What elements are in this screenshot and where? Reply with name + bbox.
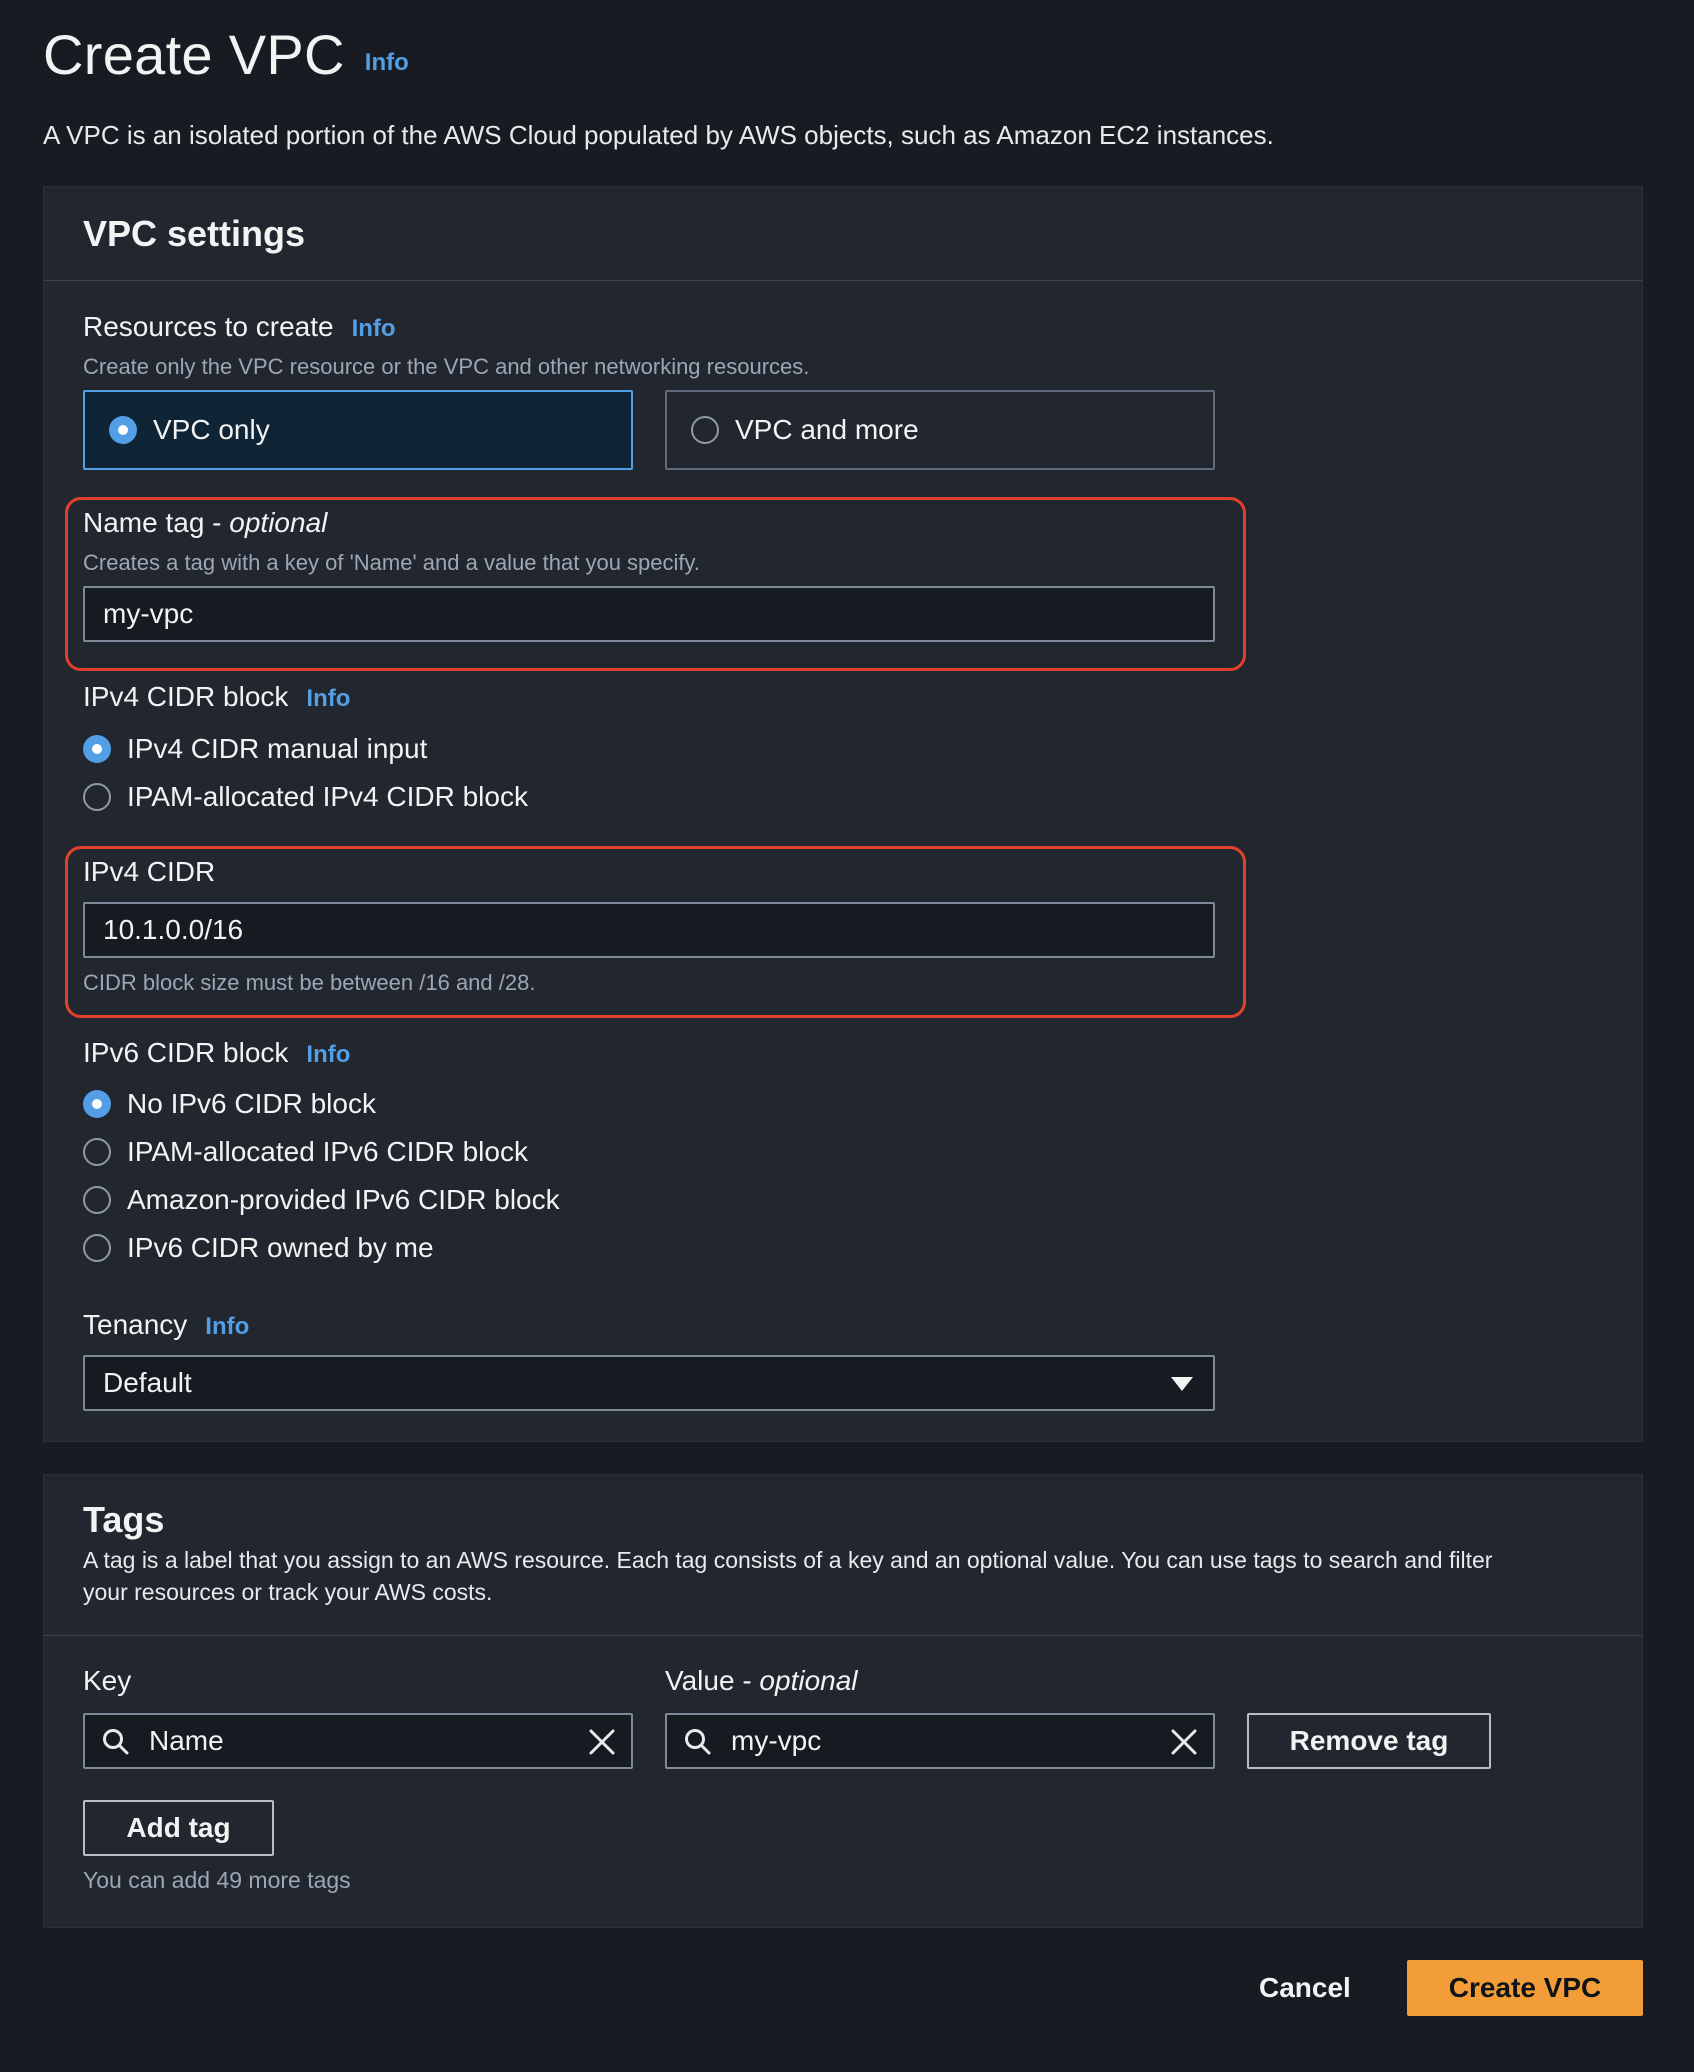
vpc-settings-panel: VPC settings Resources to create Info Cre… xyxy=(43,186,1643,1442)
ipv4-cidr-input[interactable]: 10.1.0.0/16 xyxy=(83,902,1215,958)
tags-divider xyxy=(44,1635,1642,1636)
search-icon xyxy=(683,1727,713,1764)
tag-value-value: my-vpc xyxy=(731,1725,822,1756)
radio-ipv6-owned[interactable] xyxy=(83,1234,111,1262)
resource-option-label: VPC and more xyxy=(735,414,919,445)
tenancy-label: Tenancy Info xyxy=(83,1309,249,1341)
resource-option-label: VPC only xyxy=(153,414,270,445)
tags-description-line1: A tag is a label that you assign to an A… xyxy=(83,1547,1493,1573)
tag-key-label: Key xyxy=(83,1665,132,1696)
add-tag-button[interactable]: Add tag xyxy=(83,1800,274,1856)
name-tag-label-text: Name tag - xyxy=(83,507,230,538)
ipv4-cidr-label: IPv4 CIDR xyxy=(83,856,216,887)
resources-info-link[interactable]: Info xyxy=(352,315,396,342)
tags-remaining: You can add 49 more tags xyxy=(83,1867,351,1893)
close-icon[interactable] xyxy=(1169,1727,1199,1764)
search-icon xyxy=(101,1727,131,1764)
vpc-settings-header: VPC settings xyxy=(44,187,1642,281)
tags-description-line2: your resources or track your AWS costs. xyxy=(83,1579,493,1605)
tags-title: Tags xyxy=(83,1499,165,1540)
page-info-link[interactable]: Info xyxy=(365,49,409,77)
radio-ipv6-amazon[interactable] xyxy=(83,1186,111,1214)
ipv6-block-label-text: IPv6 CIDR block xyxy=(83,1037,289,1068)
tag-key-input[interactable]: Name xyxy=(83,1713,633,1769)
ipv6-option-ipam[interactable]: IPAM-allocated IPv6 CIDR block xyxy=(83,1136,528,1168)
radio-vpc-and-more[interactable] xyxy=(691,416,719,444)
ipv4-block-label-text: IPv4 CIDR block xyxy=(83,681,289,712)
radio-ipv4-manual[interactable] xyxy=(83,735,111,763)
resource-option-vpc-only[interactable]: VPC only xyxy=(83,390,633,470)
ipv4-cidr-value: 10.1.0.0/16 xyxy=(103,914,244,945)
page-header: Create VPC Info xyxy=(43,22,409,87)
ipv6-option-label: IPv6 CIDR owned by me xyxy=(127,1232,434,1263)
page-description: A VPC is an isolated portion of the AWS … xyxy=(43,120,1274,150)
tag-value-input[interactable]: my-vpc xyxy=(665,1713,1215,1769)
ipv6-option-owned[interactable]: IPv6 CIDR owned by me xyxy=(83,1232,434,1264)
ipv4-option-label: IPv4 CIDR manual input xyxy=(127,733,428,764)
tenancy-value: Default xyxy=(103,1367,192,1398)
tag-value-optional: optional xyxy=(759,1665,858,1696)
name-tag-optional: optional xyxy=(229,507,328,538)
name-tag-input[interactable]: my-vpc xyxy=(83,586,1215,642)
radio-ipv6-none[interactable] xyxy=(83,1090,111,1118)
tags-panel: Tags A tag is a label that you assign to… xyxy=(43,1474,1643,1928)
caret-down-icon xyxy=(1171,1377,1193,1391)
ipv6-option-label: No IPv6 CIDR block xyxy=(127,1088,376,1119)
resources-description: Create only the VPC resource or the VPC … xyxy=(83,354,810,379)
ipv6-option-none[interactable]: No IPv6 CIDR block xyxy=(83,1088,376,1120)
tenancy-label-text: Tenancy xyxy=(83,1309,188,1340)
ipv4-block-info-link[interactable]: Info xyxy=(306,685,350,712)
tag-value-label: Value - optional xyxy=(665,1665,858,1697)
resource-option-vpc-and-more[interactable]: VPC and more xyxy=(665,390,1215,470)
name-tag-value: my-vpc xyxy=(103,598,194,629)
close-icon[interactable] xyxy=(587,1727,617,1764)
ipv4-cidr-hint: CIDR block size must be between /16 and … xyxy=(83,970,536,995)
create-vpc-button[interactable]: Create VPC xyxy=(1407,1960,1643,2016)
ipv6-option-label: Amazon-provided IPv6 CIDR block xyxy=(127,1184,560,1215)
radio-ipv4-ipam[interactable] xyxy=(83,783,111,811)
remove-tag-button[interactable]: Remove tag xyxy=(1247,1713,1491,1769)
resources-label-text: Resources to create xyxy=(83,311,334,342)
ipv4-option-label: IPAM-allocated IPv4 CIDR block xyxy=(127,781,528,812)
ipv4-option-ipam[interactable]: IPAM-allocated IPv4 CIDR block xyxy=(83,781,528,813)
tag-value-label-text: Value - xyxy=(665,1665,760,1696)
radio-ipv6-ipam[interactable] xyxy=(83,1138,111,1166)
ipv6-option-label: IPAM-allocated IPv6 CIDR block xyxy=(127,1136,528,1167)
ipv4-block-label: IPv4 CIDR block Info xyxy=(83,681,350,713)
ipv6-block-info-link[interactable]: Info xyxy=(306,1041,350,1068)
name-tag-label: Name tag - optional xyxy=(83,507,327,539)
vpc-settings-title: VPC settings xyxy=(83,213,306,254)
cancel-button[interactable]: Cancel xyxy=(1259,1972,1351,2004)
tenancy-info-link[interactable]: Info xyxy=(205,1313,249,1340)
resources-label: Resources to create Info xyxy=(83,311,396,343)
tag-key-value: Name xyxy=(149,1725,224,1756)
name-tag-description: Creates a tag with a key of 'Name' and a… xyxy=(83,550,700,575)
tenancy-select[interactable]: Default xyxy=(83,1355,1215,1411)
page-title: Create VPC xyxy=(43,23,345,86)
ipv6-option-amazon[interactable]: Amazon-provided IPv6 CIDR block xyxy=(83,1184,560,1216)
radio-vpc-only[interactable] xyxy=(109,416,137,444)
ipv4-option-manual[interactable]: IPv4 CIDR manual input xyxy=(83,733,427,765)
ipv6-block-label: IPv6 CIDR block Info xyxy=(83,1037,350,1069)
